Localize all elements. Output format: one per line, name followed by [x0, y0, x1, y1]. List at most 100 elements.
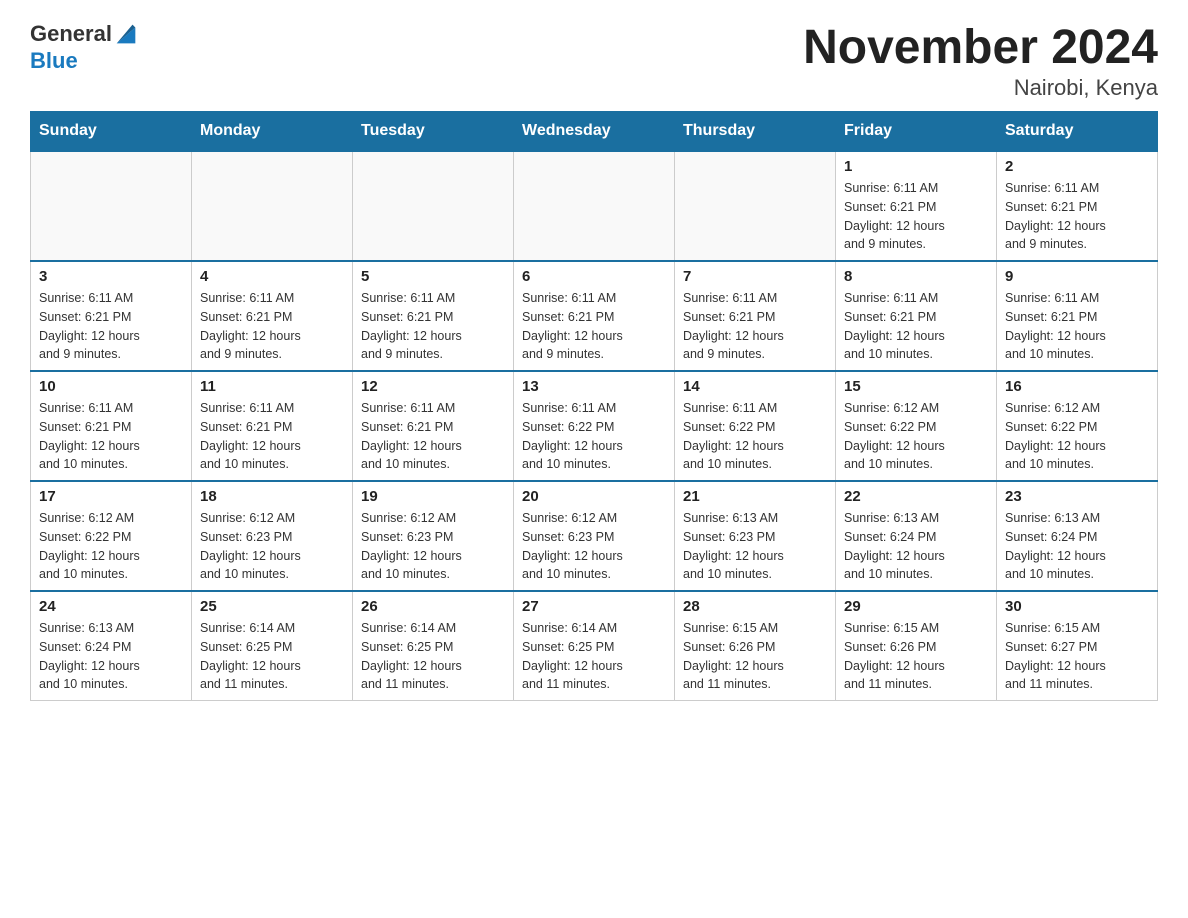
- day-info: Sunrise: 6:14 AMSunset: 6:25 PMDaylight:…: [200, 619, 344, 694]
- calendar-week-row: 3 Sunrise: 6:11 AMSunset: 6:21 PMDaylight…: [31, 261, 1158, 371]
- calendar-cell: 1 Sunrise: 6:11 AMSunset: 6:21 PMDaylight…: [836, 151, 997, 261]
- day-info: Sunrise: 6:11 AMSunset: 6:22 PMDaylight:…: [683, 399, 827, 474]
- day-number: 26: [361, 598, 505, 615]
- logo-blue-text: Blue: [30, 48, 78, 74]
- day-info: Sunrise: 6:15 AMSunset: 6:27 PMDaylight:…: [1005, 619, 1149, 694]
- day-number: 12: [361, 378, 505, 395]
- calendar-cell: 5Sunrise: 6:11 AMSunset: 6:21 PMDaylight…: [353, 261, 514, 371]
- day-number: 13: [522, 378, 666, 395]
- calendar-cell: 19Sunrise: 6:12 AMSunset: 6:23 PMDayligh…: [353, 481, 514, 591]
- day-info: Sunrise: 6:14 AMSunset: 6:25 PMDaylight:…: [522, 619, 666, 694]
- calendar-cell: 27 Sunrise: 6:14 AMSunset: 6:25 PMDayligh…: [514, 591, 675, 701]
- logo: General Blue: [30, 20, 140, 74]
- weekday-header-monday: Monday: [192, 112, 353, 152]
- day-number: 5: [361, 268, 505, 285]
- day-info: Sunrise: 6:11 AMSunset: 6:21 PMDaylight:…: [1005, 289, 1149, 364]
- calendar-cell: 29 Sunrise: 6:15 AMSunset: 6:26 PMDayligh…: [836, 591, 997, 701]
- weekday-header-friday: Friday: [836, 112, 997, 152]
- day-number: 3: [39, 268, 183, 285]
- calendar-cell: 15 Sunrise: 6:12 AMSunset: 6:22 PMDayligh…: [836, 371, 997, 481]
- day-info: Sunrise: 6:11 AMSunset: 6:21 PMDaylight:…: [1005, 179, 1149, 254]
- calendar-cell: 4 Sunrise: 6:11 AMSunset: 6:21 PMDaylight…: [192, 261, 353, 371]
- day-info: Sunrise: 6:11 AMSunset: 6:21 PMDaylight:…: [522, 289, 666, 364]
- day-number: 27: [522, 598, 666, 615]
- day-number: 30: [1005, 598, 1149, 615]
- day-info: Sunrise: 6:12 AMSunset: 6:23 PMDaylight:…: [361, 509, 505, 584]
- calendar-week-row: 17Sunrise: 6:12 AMSunset: 6:22 PMDayligh…: [31, 481, 1158, 591]
- calendar-cell: [31, 151, 192, 261]
- calendar-cell: 3 Sunrise: 6:11 AMSunset: 6:21 PMDaylight…: [31, 261, 192, 371]
- calendar-cell: 12 Sunrise: 6:11 AMSunset: 6:21 PMDayligh…: [353, 371, 514, 481]
- calendar-cell: 9 Sunrise: 6:11 AMSunset: 6:21 PMDaylight…: [997, 261, 1158, 371]
- calendar-cell: 6Sunrise: 6:11 AMSunset: 6:21 PMDaylight…: [514, 261, 675, 371]
- day-number: 18: [200, 488, 344, 505]
- day-number: 28: [683, 598, 827, 615]
- day-info: Sunrise: 6:12 AMSunset: 6:22 PMDaylight:…: [844, 399, 988, 474]
- day-info: Sunrise: 6:13 AMSunset: 6:23 PMDaylight:…: [683, 509, 827, 584]
- day-info: Sunrise: 6:11 AMSunset: 6:21 PMDaylight:…: [39, 399, 183, 474]
- day-info: Sunrise: 6:13 AMSunset: 6:24 PMDaylight:…: [844, 509, 988, 584]
- day-info: Sunrise: 6:15 AMSunset: 6:26 PMDaylight:…: [683, 619, 827, 694]
- calendar-cell: 17Sunrise: 6:12 AMSunset: 6:22 PMDayligh…: [31, 481, 192, 591]
- weekday-header-thursday: Thursday: [675, 112, 836, 152]
- calendar-cell: 25 Sunrise: 6:14 AMSunset: 6:25 PMDayligh…: [192, 591, 353, 701]
- calendar-title: November 2024: [803, 20, 1158, 75]
- calendar-cell: 14 Sunrise: 6:11 AMSunset: 6:22 PMDayligh…: [675, 371, 836, 481]
- calendar-cell: 21 Sunrise: 6:13 AMSunset: 6:23 PMDayligh…: [675, 481, 836, 591]
- day-number: 8: [844, 268, 988, 285]
- day-info: Sunrise: 6:11 AMSunset: 6:21 PMDaylight:…: [361, 399, 505, 474]
- day-number: 2: [1005, 158, 1149, 175]
- calendar-header-row: SundayMondayTuesdayWednesdayThursdayFrid…: [31, 112, 1158, 152]
- day-number: 21: [683, 488, 827, 505]
- calendar-cell: 11 Sunrise: 6:11 AMSunset: 6:21 PMDayligh…: [192, 371, 353, 481]
- weekday-header-sunday: Sunday: [31, 112, 192, 152]
- weekday-header-tuesday: Tuesday: [353, 112, 514, 152]
- day-number: 15: [844, 378, 988, 395]
- calendar-cell: 10Sunrise: 6:11 AMSunset: 6:21 PMDayligh…: [31, 371, 192, 481]
- day-number: 4: [200, 268, 344, 285]
- calendar-cell: 28 Sunrise: 6:15 AMSunset: 6:26 PMDayligh…: [675, 591, 836, 701]
- calendar-cell: 18 Sunrise: 6:12 AMSunset: 6:23 PMDayligh…: [192, 481, 353, 591]
- day-number: 23: [1005, 488, 1149, 505]
- logo-general-text: General: [30, 21, 112, 47]
- calendar-subtitle: Nairobi, Kenya: [803, 75, 1158, 101]
- day-info: Sunrise: 6:11 AMSunset: 6:21 PMDaylight:…: [683, 289, 827, 364]
- page-header: General Blue November 2024 Nairobi, Keny…: [30, 20, 1158, 101]
- calendar-cell: 2 Sunrise: 6:11 AMSunset: 6:21 PMDaylight…: [997, 151, 1158, 261]
- day-info: Sunrise: 6:14 AMSunset: 6:25 PMDaylight:…: [361, 619, 505, 694]
- calendar-cell: 23 Sunrise: 6:13 AMSunset: 6:24 PMDayligh…: [997, 481, 1158, 591]
- day-number: 1: [844, 158, 988, 175]
- day-number: 29: [844, 598, 988, 615]
- day-info: Sunrise: 6:12 AMSunset: 6:23 PMDaylight:…: [200, 509, 344, 584]
- calendar-cell: 13 Sunrise: 6:11 AMSunset: 6:22 PMDayligh…: [514, 371, 675, 481]
- calendar-week-row: 24Sunrise: 6:13 AMSunset: 6:24 PMDayligh…: [31, 591, 1158, 701]
- day-info: Sunrise: 6:11 AMSunset: 6:22 PMDaylight:…: [522, 399, 666, 474]
- calendar-cell: 24Sunrise: 6:13 AMSunset: 6:24 PMDayligh…: [31, 591, 192, 701]
- day-number: 24: [39, 598, 183, 615]
- calendar-title-block: November 2024 Nairobi, Kenya: [803, 20, 1158, 101]
- calendar-week-row: 1 Sunrise: 6:11 AMSunset: 6:21 PMDaylight…: [31, 151, 1158, 261]
- calendar-cell: 8 Sunrise: 6:11 AMSunset: 6:21 PMDaylight…: [836, 261, 997, 371]
- day-info: Sunrise: 6:15 AMSunset: 6:26 PMDaylight:…: [844, 619, 988, 694]
- weekday-header-saturday: Saturday: [997, 112, 1158, 152]
- day-number: 16: [1005, 378, 1149, 395]
- day-number: 14: [683, 378, 827, 395]
- day-number: 11: [200, 378, 344, 395]
- day-number: 9: [1005, 268, 1149, 285]
- calendar-cell: [353, 151, 514, 261]
- day-info: Sunrise: 6:13 AMSunset: 6:24 PMDaylight:…: [1005, 509, 1149, 584]
- day-info: Sunrise: 6:12 AMSunset: 6:22 PMDaylight:…: [39, 509, 183, 584]
- calendar-cell: 20Sunrise: 6:12 AMSunset: 6:23 PMDayligh…: [514, 481, 675, 591]
- calendar-cell: 16Sunrise: 6:12 AMSunset: 6:22 PMDayligh…: [997, 371, 1158, 481]
- calendar-cell: [514, 151, 675, 261]
- logo-icon: [112, 20, 140, 48]
- day-info: Sunrise: 6:11 AMSunset: 6:21 PMDaylight:…: [39, 289, 183, 364]
- day-info: Sunrise: 6:11 AMSunset: 6:21 PMDaylight:…: [844, 179, 988, 254]
- day-number: 20: [522, 488, 666, 505]
- day-info: Sunrise: 6:11 AMSunset: 6:21 PMDaylight:…: [200, 289, 344, 364]
- day-info: Sunrise: 6:11 AMSunset: 6:21 PMDaylight:…: [200, 399, 344, 474]
- calendar-cell: [675, 151, 836, 261]
- day-info: Sunrise: 6:11 AMSunset: 6:21 PMDaylight:…: [844, 289, 988, 364]
- calendar-table: SundayMondayTuesdayWednesdayThursdayFrid…: [30, 111, 1158, 701]
- day-number: 25: [200, 598, 344, 615]
